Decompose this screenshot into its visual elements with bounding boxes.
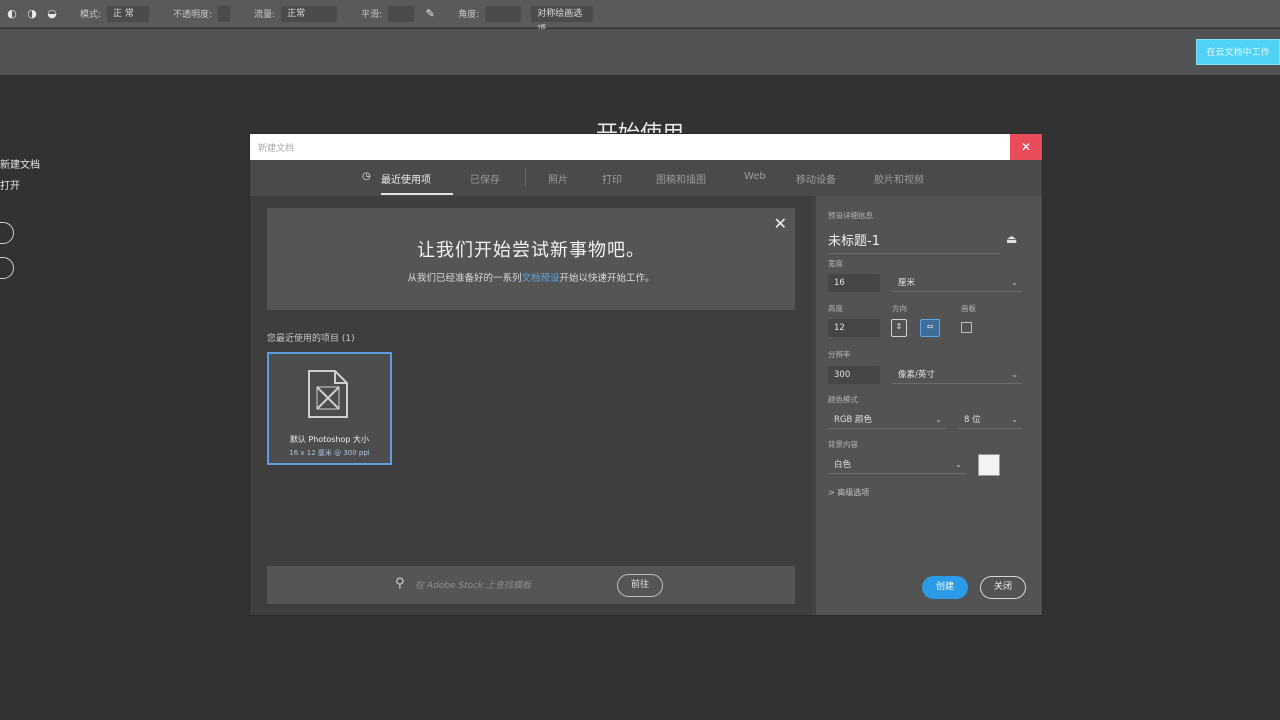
color-mode-label: 颜色模式 xyxy=(828,395,858,404)
card-title: 默认 Photoshop 大小 xyxy=(289,435,370,444)
dialog-close-icon[interactable]: ✕ xyxy=(1010,134,1042,160)
welcome-banner: ✕ 让我们开始尝试新事物吧。 从我们已经准备好的一系列文档预设开始以快速开始工作… xyxy=(267,208,795,310)
document-icon xyxy=(308,370,348,418)
chevron-down-icon: ⌄ xyxy=(1011,278,1018,287)
resolution-unit-value: 像素/英寸 xyxy=(898,370,935,380)
chevron-down-icon: ⌄ xyxy=(1011,415,1018,424)
color-mode-value: RGB 颜色 xyxy=(834,415,873,425)
background-color-swatch[interactable] xyxy=(978,454,1000,476)
recent-tab-icon: ◷ xyxy=(362,171,371,182)
preset-tabs: ◷ 最近使用项 已保存 照片 打印 图稿和插图 Web 移动设备 胶片和视频 xyxy=(250,160,1042,196)
document-presets-link[interactable]: 文档预设 xyxy=(521,273,559,284)
app-header-bar: 在云文档中工作 xyxy=(0,29,1280,75)
flow-select[interactable]: 正常 xyxy=(281,5,338,22)
tab-photo[interactable]: 照片 xyxy=(548,171,568,186)
background-select[interactable]: 白色 ⌄ xyxy=(828,456,966,474)
smooth-label: 平滑: xyxy=(361,10,383,20)
options-bar: ◐ ◑ ◒ 模式: 正 常 不透明度: 流量: 正常 平滑: ✎ 角度: 对称绘… xyxy=(0,0,1280,35)
preset-details-pane: 预设详细信息 未标题-1 ⏏ 宽度 16 厘米 ⌄ 高度 12 方向 ⇕ ⇔ 画板… xyxy=(816,196,1042,615)
mode-label: 模式: xyxy=(80,10,102,20)
tab-mobile[interactable]: 移动设备 xyxy=(796,171,836,186)
presets-pane: ✕ 让我们开始尝试新事物吧。 从我们已经准备好的一系列文档预设开始以快速开始工作… xyxy=(250,196,812,615)
tab-film-video[interactable]: 胶片和视频 xyxy=(874,171,924,186)
tab-art-illustration[interactable]: 图稿和插图 xyxy=(656,171,706,186)
symmetry-button[interactable]: 对称绘画选项 xyxy=(531,5,594,35)
search-icon: ⚲ xyxy=(395,576,405,591)
background-value: 白色 xyxy=(834,460,852,470)
card-subtitle: 16 x 12 厘米 @ 300 ppi xyxy=(289,449,370,457)
cloud-docs-button[interactable]: 在云文档中工作 xyxy=(1196,39,1280,65)
opacity-field[interactable] xyxy=(218,5,231,22)
document-name-field[interactable]: 未标题-1 xyxy=(828,230,1000,254)
close-button[interactable]: 关闭 xyxy=(980,576,1026,599)
resolution-input[interactable]: 300 xyxy=(828,366,880,384)
preset-details-label: 预设详细信息 xyxy=(828,211,873,220)
chevron-down-icon: ⌄ xyxy=(1011,370,1018,379)
banner-headline: 让我们开始尝试新事物吧。 xyxy=(417,240,645,261)
banner-sub-after: 开始以快速开始工作。 xyxy=(559,273,655,284)
resolution-unit-select[interactable]: 像素/英寸 ⌄ xyxy=(892,366,1022,384)
new-document-dialog: 新建文档 ✕ ◷ 最近使用项 已保存 照片 打印 图稿和插图 Web 移动设备 … xyxy=(250,134,1042,615)
bit-depth-select[interactable]: 8 位 ⌄ xyxy=(958,411,1022,429)
tab-web[interactable]: Web xyxy=(744,171,766,182)
dialog-title: 新建文档 xyxy=(258,144,295,154)
active-tab-indicator xyxy=(381,193,453,195)
tab-print[interactable]: 打印 xyxy=(602,171,622,186)
save-preset-icon[interactable]: ⏏ xyxy=(1006,232,1017,246)
home-circle-icon[interactable] xyxy=(0,222,14,244)
angle-field[interactable] xyxy=(485,5,522,22)
tool-preset-icon[interactable]: ◐ xyxy=(6,7,18,20)
chevron-down-icon: ⌄ xyxy=(935,415,942,424)
brush-settings-icon[interactable]: ◑ xyxy=(26,7,38,20)
bit-depth-value: 8 位 xyxy=(964,415,981,425)
recent-preset-card[interactable]: 默认 Photoshop 大小 16 x 12 厘米 @ 300 ppi xyxy=(267,352,392,465)
landscape-orientation-icon[interactable]: ⇔ xyxy=(920,319,940,337)
pressure-icon[interactable]: ✎ xyxy=(424,7,436,20)
artboard-label: 画板 xyxy=(961,304,976,313)
airbrush-icon[interactable]: ◒ xyxy=(46,7,58,20)
home-item-open[interactable]: 打开 xyxy=(0,177,40,192)
orientation-label: 方向 xyxy=(892,304,907,313)
height-input[interactable]: 12 xyxy=(828,319,880,337)
advanced-options-toggle[interactable]: > 高级选项 xyxy=(828,487,869,498)
angle-label: 角度: xyxy=(458,10,480,20)
stock-search-bar: ⚲ 在 Adobe Stock 上查找模板 前往 xyxy=(267,566,795,604)
chevron-down-icon: ⌄ xyxy=(955,460,962,469)
portrait-orientation-icon[interactable]: ⇕ xyxy=(891,319,907,337)
color-mode-select[interactable]: RGB 颜色 ⌄ xyxy=(828,411,946,429)
resolution-label: 分辨率 xyxy=(828,350,851,359)
height-label: 高度 xyxy=(828,304,843,313)
artboard-checkbox[interactable] xyxy=(961,322,972,333)
smooth-field[interactable] xyxy=(388,5,415,22)
go-button[interactable]: 前往 xyxy=(617,574,663,597)
mode-select[interactable]: 正 常 xyxy=(107,5,150,22)
tab-saved[interactable]: 已保存 xyxy=(470,171,500,186)
flow-label: 流量: xyxy=(254,10,276,20)
width-label: 宽度 xyxy=(828,259,843,268)
home-sidebar: 新建文档 打开 xyxy=(0,156,40,198)
background-label: 背景内容 xyxy=(828,440,858,449)
width-input[interactable]: 16 xyxy=(828,274,880,292)
home-item-new[interactable]: 新建文档 xyxy=(0,156,40,171)
banner-subtext: 从我们已经准备好的一系列文档预设开始以快速开始工作。 xyxy=(267,270,795,284)
banner-sub-before: 从我们已经准备好的一系列 xyxy=(407,273,522,284)
stock-search-input[interactable]: 在 Adobe Stock 上查找模板 xyxy=(415,578,531,591)
recent-items-label: 您最近使用的项目 (1) xyxy=(267,334,355,344)
dialog-titlebar: 新建文档 ✕ xyxy=(250,134,1042,160)
tab-recent[interactable]: 最近使用项 xyxy=(381,171,431,186)
width-unit-value: 厘米 xyxy=(898,278,916,288)
width-unit-select[interactable]: 厘米 ⌄ xyxy=(892,274,1022,292)
banner-close-icon[interactable]: ✕ xyxy=(774,214,787,233)
tab-divider xyxy=(525,168,526,186)
create-button[interactable]: 创建 xyxy=(922,576,968,599)
opacity-label: 不透明度: xyxy=(173,10,213,20)
home-circle-icon[interactable] xyxy=(0,257,14,279)
